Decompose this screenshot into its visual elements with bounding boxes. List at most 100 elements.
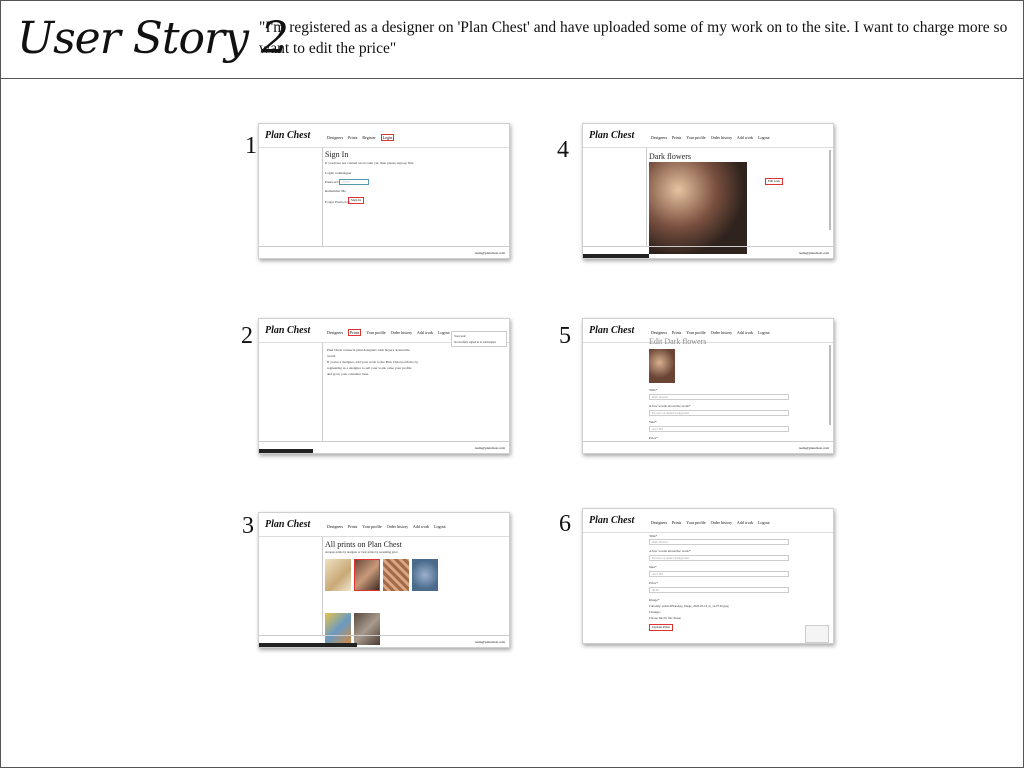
thumb-logo: Plan Chest	[589, 515, 635, 526]
thumb-success-alert: Success! Successfully signed in as redde…	[451, 331, 507, 347]
thumb-intro-line-1: Plan Chest connects print designers with…	[327, 348, 410, 352]
thumb-sidebar-divider	[322, 343, 323, 441]
thumb-heading: All prints on Plan Chest	[325, 540, 402, 549]
thumb-scrollbar	[829, 345, 831, 425]
nav-add-work: Add work	[412, 524, 430, 529]
thumb-header: Plan Chest Designers Prints Your profile…	[583, 319, 833, 343]
nav-prints: Prints	[672, 135, 682, 140]
thumb-words-label: A few words about the work*	[649, 404, 691, 408]
thumb-password-field: ••••••••	[339, 179, 369, 185]
nav-add-work: Add work	[736, 330, 754, 335]
thumb-header: Plan Chest Designers Prints Your profile…	[583, 124, 833, 148]
nav-order-history: Order history	[710, 520, 733, 525]
nav-prints: Prints	[672, 330, 682, 335]
nav-prints-highlighted: Prints	[348, 329, 362, 336]
thumb-sidebar-divider	[322, 537, 323, 635]
thumb-title-field: Dark flowers	[649, 394, 789, 400]
story-title: User Story 2	[17, 13, 289, 64]
thumb-heading: Sign In	[325, 150, 349, 159]
step-number-4: 4	[557, 137, 569, 163]
thumb-size-label: Size*	[649, 420, 657, 424]
nav-add-work: Add work	[736, 520, 754, 525]
nav-add-work: Add work	[736, 135, 754, 140]
thumb-footer-email: team@planchest.com	[474, 446, 505, 450]
thumb-header: Plan Chest Designers Prints Your profile…	[259, 513, 509, 537]
story-header: User Story 2 "I'm registered as a design…	[1, 1, 1023, 79]
thumb-status-bar	[583, 254, 649, 258]
nav-designers: Designers	[651, 135, 667, 140]
thumb-heading: Edit Dark flowers	[649, 337, 707, 346]
thumb-size-field: A4 x 3M	[649, 571, 789, 577]
thumb-logo: Plan Chest	[589, 325, 635, 336]
screenshot-update-price: Plan Chest Designers Prints Your profile…	[582, 508, 834, 644]
nav-prints: Prints	[672, 520, 682, 525]
nav-order-history: Order history	[390, 330, 413, 335]
thumb-dark-flowers-image	[649, 162, 747, 254]
thumb-sidebar-divider	[322, 148, 323, 246]
thumb-popup-preview	[805, 625, 829, 643]
thumb-currently-text: Currently: prints/WhatsApp_Image_2020-05…	[649, 604, 729, 608]
step-number-3: 3	[242, 513, 254, 539]
thumb-alert-title: Success!	[454, 334, 467, 338]
story-quote: "I'm registered as a designer on 'Plan C…	[259, 19, 1008, 57]
thumb-words-field: Flowers on darker background	[649, 410, 789, 416]
storyboard-page: User Story 2 "I'm registered as a design…	[0, 0, 1024, 768]
nav-designers: Designers	[327, 330, 343, 335]
thumb-footer-email: team@planchest.com	[474, 251, 505, 255]
step-number-2: 2	[241, 323, 253, 349]
nav-add-work: Add work	[416, 330, 434, 335]
thumb-print-tile-4	[412, 559, 438, 591]
nav-designers: Designers	[327, 135, 343, 140]
thumb-alert-text: Successfully signed in as reddesigner.	[454, 341, 497, 344]
screenshot-sign-in: Plan Chest Designers Prints Register Log…	[258, 123, 510, 259]
nav-logout: Logout	[434, 524, 446, 529]
nav-order-history: Order history	[710, 135, 733, 140]
nav-designers: Designers	[651, 520, 667, 525]
thumb-nav: Designers Prints Your profile Order hist…	[651, 135, 774, 140]
thumb-nav: Designers Prints Register Login	[327, 134, 398, 141]
thumb-print-tile-3	[383, 559, 409, 591]
nav-order-history: Order history	[710, 330, 733, 335]
nav-your-profile: Your profile	[686, 135, 706, 140]
nav-logout: Logout	[758, 330, 770, 335]
thumb-edit-image	[649, 349, 675, 383]
thumb-footer: team@planchest.com	[583, 441, 833, 453]
nav-designers: Designers	[327, 524, 343, 529]
nav-your-profile: Your profile	[362, 524, 382, 529]
thumb-footer: team@planchest.com	[259, 246, 509, 258]
thumb-logo: Plan Chest	[589, 130, 635, 141]
screenshot-edit-form: Plan Chest Designers Prints Your profile…	[582, 318, 834, 454]
thumb-print-tile-2	[354, 559, 380, 591]
nav-designers: Designers	[651, 330, 667, 335]
thumb-update-print-button: Update Print	[649, 624, 673, 631]
thumb-sidebar-divider	[646, 148, 647, 246]
nav-your-profile: Your profile	[686, 330, 706, 335]
thumb-size-field: A4 x 3M	[649, 426, 789, 432]
thumb-password-label: Password	[325, 180, 339, 184]
thumb-logo: Plan Chest	[265, 519, 311, 530]
thumb-nav: Designers Prints Your profile Order hist…	[651, 330, 774, 335]
nav-logout: Logout	[758, 135, 770, 140]
thumb-words-field: Flowers on darker background	[649, 555, 789, 561]
thumb-header: Plan Chest Designers Prints Your profile…	[583, 509, 833, 533]
thumb-heading: Dark flowers	[649, 152, 691, 161]
thumb-sign-in-button: Sign In	[348, 197, 365, 204]
thumb-footer: team@planchest.com	[259, 441, 509, 453]
nav-your-profile: Your profile	[686, 520, 706, 525]
thumb-scrollbar	[829, 150, 831, 230]
nav-register: Register	[362, 135, 376, 140]
thumb-print-tile-1	[325, 559, 351, 591]
nav-prints: Prints	[348, 524, 358, 529]
thumb-footer-email: team@planchest.com	[798, 446, 829, 450]
thumb-status-bar	[259, 449, 313, 453]
thumb-words-label: A few words about the work*	[649, 549, 691, 553]
thumb-footer-email: team@planchest.com	[474, 640, 505, 644]
screenshot-dark-flowers: Plan Chest Designers Prints Your profile…	[582, 123, 834, 259]
thumb-status-bar	[259, 643, 357, 647]
thumb-logo: Plan Chest	[265, 325, 311, 336]
thumb-choose-file-text: Choose file No file chosen	[649, 616, 681, 620]
nav-order-history: Order history	[386, 524, 409, 529]
thumb-size-label: Size*	[649, 565, 657, 569]
thumb-edit-button: Edit work	[765, 178, 783, 185]
thumb-remember-text: Remember Me	[325, 189, 346, 193]
